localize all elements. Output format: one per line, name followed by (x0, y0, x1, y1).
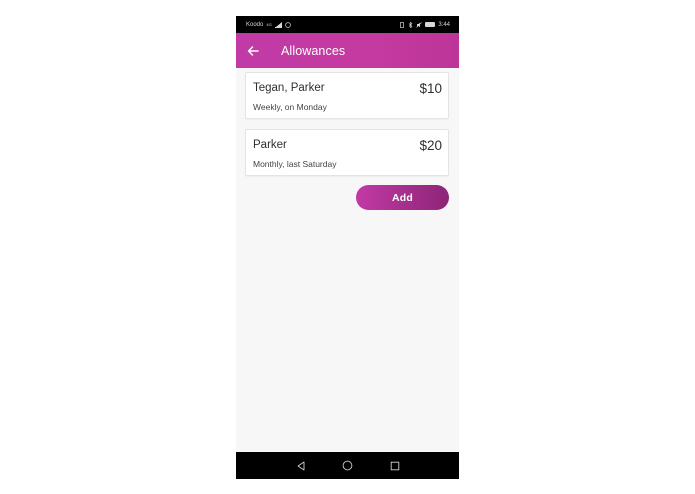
page-title: Allowances (281, 43, 346, 58)
battery-icon (425, 22, 436, 27)
network-type: 4G (266, 22, 272, 27)
recents-square-icon[interactable] (388, 459, 401, 472)
signal-icon (274, 21, 282, 28)
allowance-card[interactable]: Tegan, Parker $10 Weekly, on Monday (245, 72, 449, 119)
arrow-left-icon[interactable] (247, 45, 259, 57)
status-time: 3:44 (438, 21, 450, 28)
allowance-schedule: Monthly, last Saturday (253, 159, 337, 169)
status-left: Koodo 4G (246, 21, 291, 28)
status-right: 100 3:44 (399, 21, 450, 28)
allowance-recipients: Parker (253, 139, 287, 151)
vibrate-icon (400, 21, 405, 28)
allowance-card[interactable]: Parker $20 Monthly, last Saturday (245, 129, 449, 176)
home-circle-icon[interactable] (341, 459, 354, 472)
phone-screen: Koodo 4G 100 3:44 (236, 16, 459, 479)
allowance-amount: $10 (419, 81, 442, 96)
whatsapp-icon (284, 21, 291, 28)
add-allowance-button[interactable]: Add (356, 185, 449, 210)
status-bar: Koodo 4G 100 3:44 (236, 16, 459, 33)
allowance-schedule: Weekly, on Monday (253, 102, 327, 112)
mute-icon (416, 21, 423, 28)
allowance-amount: $20 (419, 138, 442, 153)
allowance-recipients: Tegan, Parker (253, 82, 325, 94)
app-bar: Allowances (236, 33, 459, 68)
back-triangle-icon[interactable] (294, 459, 307, 472)
system-nav-bar (236, 452, 459, 479)
bluetooth-icon (409, 21, 413, 28)
carrier-label: Koodo (246, 21, 264, 28)
